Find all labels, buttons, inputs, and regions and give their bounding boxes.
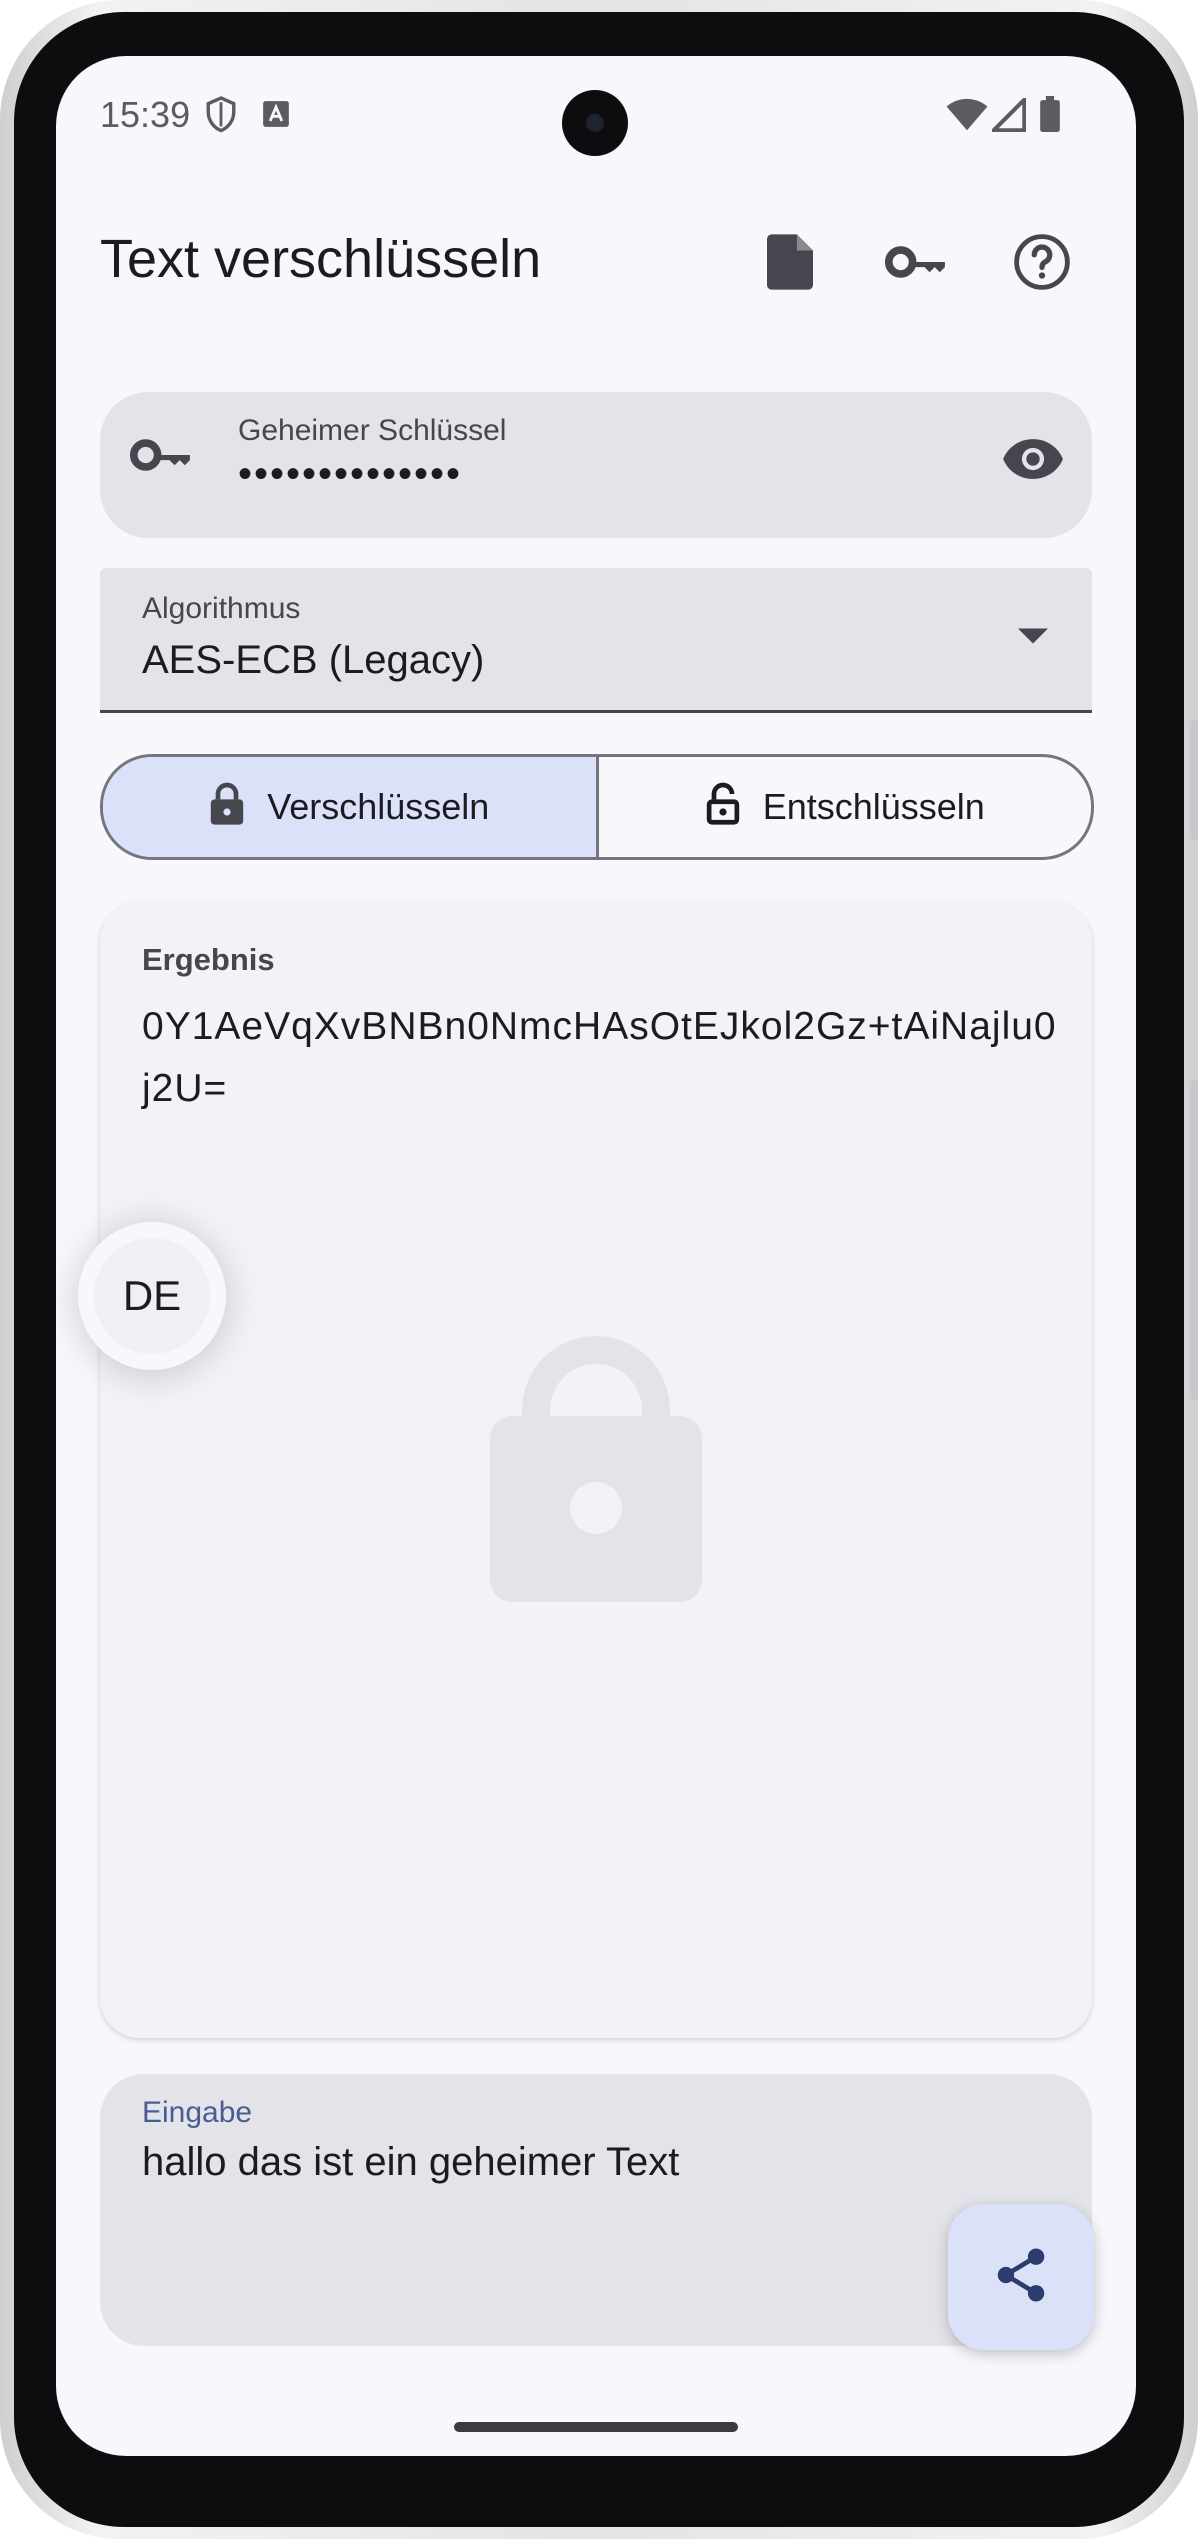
algorithm-value: AES-ECB (Legacy) — [142, 638, 485, 682]
result-label: Ergebnis — [142, 942, 275, 977]
page-title: Text verschlüsseln — [100, 229, 542, 289]
status-bar: 15:39 — [56, 56, 1136, 166]
power-button — [1190, 1080, 1198, 1400]
shield-icon — [204, 96, 238, 139]
lock-placeholder-icon — [490, 1322, 702, 1607]
key-manager-button[interactable] — [876, 224, 956, 304]
result-card: Ergebnis 0Y1AeVqXvBNBn0NmcHAsOtEJkol2Gz+… — [100, 902, 1092, 2038]
share-button[interactable] — [948, 2204, 1094, 2350]
mode-segmented-control: Verschlüsseln Entschlüsseln — [100, 754, 1094, 860]
gesture-handle[interactable] — [454, 2422, 738, 2432]
algorithm-label: Algorithmus — [142, 592, 301, 625]
result-value[interactable]: 0Y1AeVqXvBNBn0NmcHAsOtEJkol2Gz+tAiNajlu0… — [142, 996, 1062, 1120]
language-switch-button[interactable]: DE — [78, 1222, 226, 1370]
key-icon — [884, 245, 947, 284]
device-frame: 15:39 Text verschlüsseln Geheimer Schlüs… — [0, 0, 1198, 2539]
help-icon — [1013, 233, 1071, 296]
help-button[interactable] — [1002, 224, 1082, 304]
signal-icon — [988, 94, 1027, 137]
toggle-visibility-button[interactable] — [1002, 436, 1064, 487]
screen: 15:39 Text verschlüsseln Geheimer Schlüs… — [56, 56, 1136, 2456]
front-camera — [562, 90, 628, 156]
file-icon — [767, 233, 813, 295]
status-time: 15:39 — [100, 94, 191, 135]
decrypt-segment[interactable]: Entschlüsseln — [599, 757, 1092, 857]
battery-icon — [1040, 96, 1060, 137]
encrypt-segment[interactable]: Verschlüsseln — [103, 757, 596, 857]
input-label: Eingabe — [142, 2096, 253, 2129]
share-icon — [995, 2247, 1047, 2308]
decrypt-label: Entschlüsseln — [762, 786, 985, 827]
notification-a-icon — [262, 100, 290, 133]
dropdown-arrow-icon — [1018, 628, 1048, 649]
lock-open-icon — [705, 781, 741, 834]
algorithm-dropdown[interactable]: Algorithmus AES-ECB (Legacy) — [100, 568, 1092, 713]
input-field[interactable]: Eingabe hallo das ist ein geheimer Text — [100, 2074, 1092, 2346]
eye-icon — [1002, 439, 1064, 486]
key-icon — [129, 438, 192, 477]
secret-key-value: •••••••••••••• — [238, 452, 463, 496]
language-code: DE — [94, 1238, 210, 1354]
file-button[interactable] — [750, 224, 830, 304]
secret-key-field[interactable]: Geheimer Schlüssel •••••••••••••• — [100, 392, 1092, 538]
input-value: hallo das ist ein geheimer Text — [142, 2140, 680, 2184]
encrypt-label: Verschlüsseln — [267, 786, 490, 827]
wifi-icon — [946, 98, 988, 137]
lock-icon — [209, 781, 245, 834]
secret-key-label: Geheimer Schlüssel — [238, 414, 507, 447]
volume-button — [1190, 720, 1198, 840]
